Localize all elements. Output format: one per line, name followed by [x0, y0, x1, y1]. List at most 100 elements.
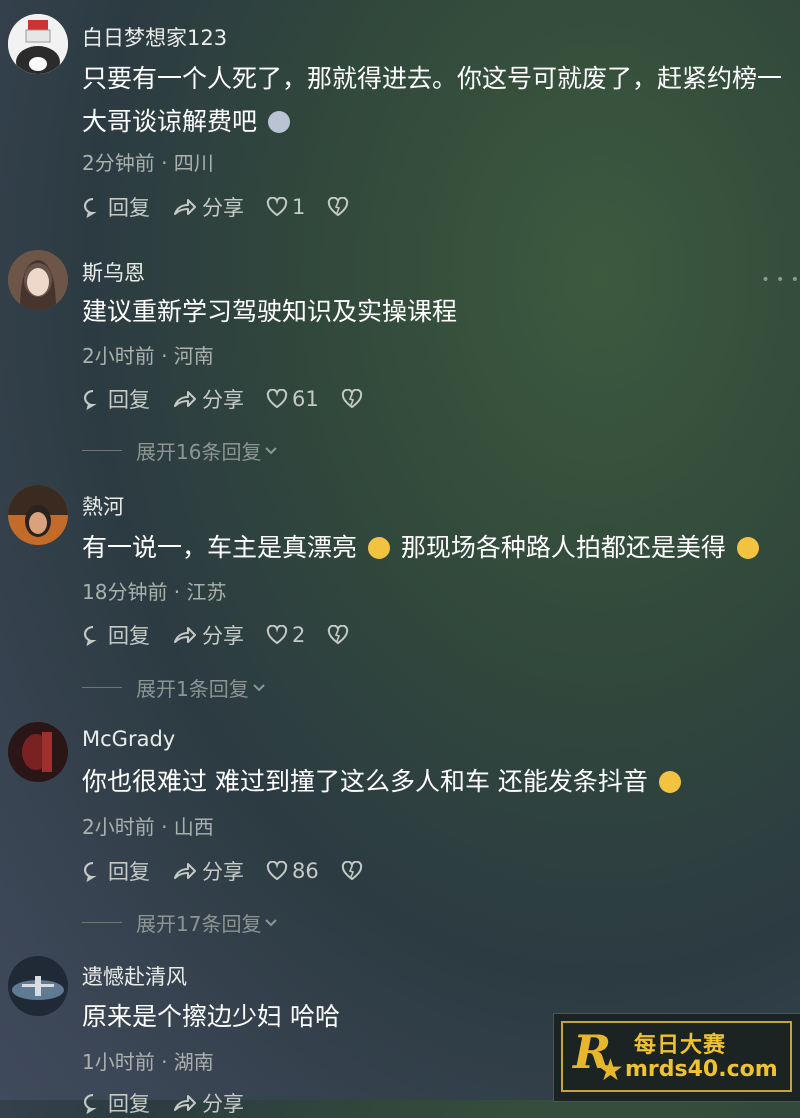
divider: [82, 450, 122, 451]
chevron-down-icon: [265, 446, 278, 454]
username[interactable]: McGrady: [82, 727, 175, 751]
expand-replies-button[interactable]: 展开1条回复: [82, 673, 267, 702]
broken-heart-icon: [341, 861, 362, 881]
reply-icon: [84, 198, 97, 218]
like-count: 1: [292, 195, 306, 219]
broken-heart-icon: [341, 389, 362, 409]
reply-button[interactable]: 回复: [82, 384, 150, 414]
reply-button[interactable]: 回复: [82, 856, 150, 886]
heart-icon: [266, 197, 288, 217]
username[interactable]: 白日梦想家123: [82, 22, 227, 52]
reply-button[interactable]: 回复: [82, 620, 150, 650]
reply-icon: [84, 862, 97, 882]
comment-actions: 回复 分享 61: [82, 384, 389, 414]
avatar[interactable]: [8, 485, 68, 545]
comment-meta: 2小时前 · 山西: [82, 815, 214, 839]
divider: [82, 922, 122, 923]
comment-actions: 回复 分享 86: [82, 856, 389, 886]
reply-label: 回复: [108, 388, 150, 412]
cat-emoji-icon: [267, 111, 290, 133]
avatar[interactable]: [8, 956, 68, 1016]
chevron-down-icon: [265, 918, 278, 926]
share-icon: [174, 391, 196, 407]
share-label: 分享: [202, 388, 244, 412]
reply-label: 回复: [108, 196, 150, 220]
share-button[interactable]: 分享: [172, 620, 244, 650]
username[interactable]: 斯乌恩: [82, 257, 145, 287]
comment-text: 有一说一，车主是真漂亮 那现场各种路人拍都还是美得: [82, 526, 787, 569]
expand-replies-button[interactable]: 展开16条回复: [82, 436, 279, 465]
thinking-emoji-icon: [736, 537, 759, 559]
heart-icon: [266, 861, 288, 881]
share-button[interactable]: 分享: [172, 384, 244, 414]
comment-actions: 回复 分享 1: [82, 192, 375, 222]
reply-label: 回复: [108, 1092, 150, 1116]
like-count: 2: [292, 623, 306, 647]
comment-meta: 2小时前 · 河南: [82, 344, 214, 368]
avatar[interactable]: [8, 250, 68, 310]
share-icon: [174, 863, 196, 879]
avatar[interactable]: [8, 722, 68, 782]
share-label: 分享: [202, 624, 244, 648]
reply-label: 回复: [108, 624, 150, 648]
reply-icon: [84, 390, 97, 410]
broken-heart-icon: [328, 197, 349, 217]
comment-actions: 回复 分享 2: [82, 620, 375, 650]
reply-icon: [84, 1094, 97, 1114]
comment-text-body-2: 那现场各种路人拍都还是美得: [400, 533, 726, 562]
share-button[interactable]: 分享: [172, 1088, 244, 1118]
like-button[interactable]: 1: [266, 195, 305, 219]
share-button[interactable]: 分享: [172, 192, 244, 222]
comment-text: 只要有一个人死了，那就得进去。你这号可就废了，赶紧约榜一大哥谈谅解费吧: [82, 57, 787, 143]
expand-replies-label: 展开1条回复: [136, 677, 249, 701]
heart-icon: [266, 625, 288, 645]
comment-meta: 18分钟前 · 江苏: [82, 580, 227, 604]
expand-replies-button[interactable]: 展开17条回复: [82, 908, 279, 937]
like-count: 86: [292, 859, 319, 883]
dislike-button[interactable]: [341, 389, 367, 409]
username[interactable]: 熱河: [82, 491, 124, 521]
watermark-frame: R ★ 每日大赛 mrds40.com: [561, 1021, 792, 1092]
dislike-button[interactable]: [327, 197, 353, 217]
comment-text-body: 你也很难过 难过到撞了这么多人和车 还能发条抖音: [82, 767, 648, 796]
avatar[interactable]: [8, 14, 68, 74]
share-icon: [174, 1095, 196, 1111]
like-button[interactable]: 2: [266, 623, 305, 647]
share-icon: [174, 627, 196, 643]
star-icon: ★: [597, 1053, 624, 1088]
like-button[interactable]: 86: [266, 859, 319, 883]
comment-actions: 回复 分享: [82, 1088, 266, 1118]
reply-button[interactable]: 回复: [82, 192, 150, 222]
dislike-button[interactable]: [327, 625, 353, 645]
share-icon: [174, 199, 196, 215]
reply-button[interactable]: 回复: [82, 1088, 150, 1118]
more-icon[interactable]: • • •: [761, 272, 800, 288]
dislike-button[interactable]: [341, 861, 367, 881]
broken-heart-icon: [328, 625, 349, 645]
comment-meta: 1小时前 · 湖南: [82, 1050, 214, 1074]
grin-emoji-icon: [367, 537, 390, 559]
divider: [82, 687, 122, 688]
expand-replies-label: 展开17条回复: [136, 912, 262, 936]
watermark-url: mrds40.com: [625, 1057, 778, 1082]
comment-text: 你也很难过 难过到撞了这么多人和车 还能发条抖音: [82, 760, 787, 803]
comment-text-body: 有一说一，车主是真漂亮: [82, 533, 358, 562]
smile-emoji-icon: [658, 771, 681, 793]
reply-icon: [84, 626, 97, 646]
expand-replies-label: 展开16条回复: [136, 440, 262, 464]
share-label: 分享: [202, 1092, 244, 1116]
comment-text: 建议重新学习驾驶知识及实操课程: [82, 297, 458, 326]
like-count: 61: [292, 387, 319, 411]
like-button[interactable]: 61: [266, 387, 319, 411]
heart-icon: [266, 389, 288, 409]
comment-meta: 2分钟前 · 四川: [82, 151, 214, 175]
chevron-down-icon: [253, 683, 265, 691]
share-label: 分享: [202, 860, 244, 884]
reply-label: 回复: [108, 860, 150, 884]
watermark-logo: R ★ 每日大赛 mrds40.com: [553, 1013, 800, 1102]
username[interactable]: 遗憾赴清风: [82, 961, 187, 991]
share-button[interactable]: 分享: [172, 856, 244, 886]
comment-text-body: 只要有一个人死了，那就得进去。你这号可就废了，赶紧约榜一大哥谈谅解费吧: [82, 64, 783, 136]
share-label: 分享: [202, 196, 244, 220]
watermark-title: 每日大赛: [634, 1033, 727, 1058]
